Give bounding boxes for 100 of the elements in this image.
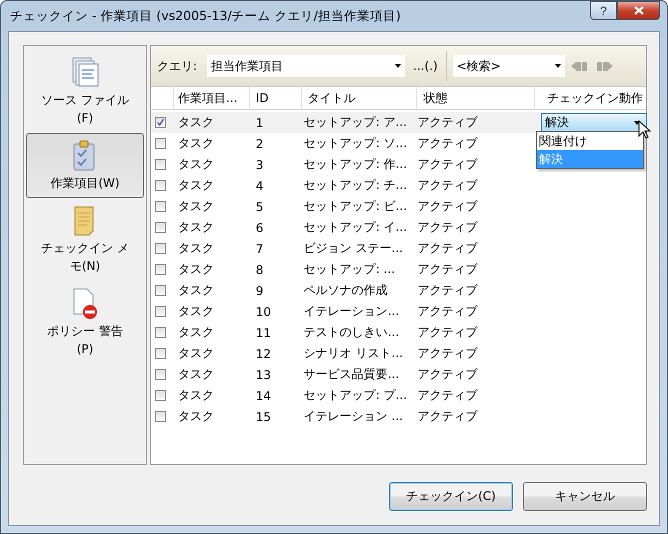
- find-previous-icon[interactable]: [570, 59, 589, 73]
- search-dropdown[interactable]: <検索>: [452, 55, 565, 77]
- table-cell-text: アクティブ: [417, 219, 478, 236]
- table-cell-text: 2: [254, 136, 264, 150]
- table-cell-text: 14: [254, 388, 272, 402]
- sidebar-item[interactable]: チェックイン メモ(N): [26, 198, 144, 281]
- sidebar-item[interactable]: 作業項目(W): [26, 133, 144, 198]
- document-warning-icon: [71, 288, 99, 320]
- table-cell-text: タスク: [176, 156, 215, 173]
- table-cell-text: 4: [254, 178, 264, 192]
- checkbox[interactable]: [155, 390, 166, 401]
- table-cell-text: セットアップ: ソ...: [302, 135, 408, 152]
- documents-icon: [70, 57, 100, 89]
- table-cell-text: タスク: [176, 282, 215, 299]
- column-header[interactable]: 状態: [417, 87, 536, 109]
- close-button[interactable]: [617, 1, 660, 20]
- checkbox[interactable]: [155, 138, 166, 149]
- table-cell-text: 3: [254, 158, 264, 172]
- table-cell-text: セットアップ: ア...: [302, 114, 408, 131]
- table-cell-text: タスク: [176, 219, 215, 236]
- help-button[interactable]: ?: [590, 1, 617, 20]
- table-cell-text: タスク: [176, 366, 215, 383]
- checkbox[interactable]: [155, 264, 166, 275]
- table-cell-text: サービス品質要...: [302, 366, 400, 383]
- table-cell-text: アクティブ: [417, 408, 478, 425]
- table-cell-text: ビジョン ステー...: [302, 240, 404, 257]
- window-title: チェックイン - 作業項目 (vs2005-13/チーム クエリ/担当作業項目): [9, 8, 401, 24]
- checkbox[interactable]: [155, 201, 166, 212]
- table-cell-text: タスク: [176, 408, 215, 425]
- table-cell-text: 9: [254, 284, 264, 298]
- checkbox[interactable]: [155, 222, 166, 233]
- table-cell-text: 7: [254, 242, 264, 256]
- table-cell-text: タスク: [176, 345, 215, 362]
- table-cell-text: セットアップ: 作...: [302, 156, 408, 173]
- table-cell-text: タスク: [176, 135, 215, 152]
- checkbox[interactable]: [155, 348, 166, 359]
- table-cell-text: タスク: [176, 303, 215, 320]
- table-cell-text: アクティブ: [417, 135, 478, 152]
- table-cell-text: セットアップ: ビ...: [302, 198, 408, 215]
- table-cell-text: タスク: [176, 177, 215, 194]
- column-header[interactable]: タイトル: [302, 87, 418, 109]
- table-cell-text: アクティブ: [417, 114, 478, 131]
- table-cell-text: 15: [254, 410, 272, 424]
- check-in-button[interactable]: チェックイン(C): [389, 482, 513, 511]
- table-cell-text: アクティブ: [417, 282, 478, 299]
- table-cell-text: アクティブ: [417, 177, 478, 194]
- table-cell-text: アクティブ: [417, 156, 478, 173]
- table-cell-text: 6: [254, 220, 264, 234]
- table-cell-text: アクティブ: [417, 324, 478, 341]
- table-cell-text: タスク: [176, 198, 215, 215]
- checkbox[interactable]: [155, 369, 166, 380]
- table-cell-text: タスク: [176, 261, 215, 278]
- query-label: クエリ:: [157, 58, 198, 74]
- table-cell-text: アクティブ: [417, 366, 478, 383]
- table-cell-text: テストのしきい...: [302, 324, 400, 341]
- action-dropdown[interactable]: 解決: [541, 112, 648, 132]
- column-header[interactable]: ID: [250, 87, 302, 109]
- checkbox[interactable]: [155, 306, 166, 317]
- table-cell-text: 8: [254, 262, 264, 276]
- table-cell-text: アクティブ: [417, 387, 478, 404]
- column-header[interactable]: 作業項目...: [174, 87, 250, 109]
- table-cell-text: 1: [254, 116, 264, 130]
- table-cell-text: 12: [254, 346, 272, 360]
- table-cell-text: シナリオ リスト...: [302, 345, 404, 362]
- table-cell-text: イテレーション ...: [302, 408, 404, 425]
- table-cell-text: イテレーション...: [302, 303, 400, 320]
- table-cell-text: 11: [254, 326, 272, 340]
- table-cell-text: アクティブ: [417, 303, 478, 320]
- checkbox[interactable]: [155, 285, 166, 296]
- checkbox[interactable]: [155, 243, 166, 254]
- find-next-icon[interactable]: [594, 59, 613, 73]
- table-cell-text: セットアップ: チ...: [302, 177, 408, 194]
- checkbox[interactable]: [155, 327, 166, 338]
- sidebar-item[interactable]: ポリシー 警告(P): [26, 281, 144, 364]
- table-cell-text: タスク: [176, 324, 215, 341]
- sidebar-item[interactable]: ソース ファイル(F): [26, 50, 144, 133]
- dropdown-option[interactable]: 関連付け: [537, 132, 643, 150]
- checkbox[interactable]: [155, 411, 166, 422]
- table-cell-text: 5: [254, 200, 264, 214]
- table-cell-text: セットアップ: プ...: [302, 387, 408, 404]
- checkbox[interactable]: [155, 159, 166, 170]
- table-cell-text: タスク: [176, 240, 215, 257]
- query-dropdown[interactable]: 担当作業項目: [207, 55, 406, 77]
- table-cell-text: アクティブ: [417, 240, 478, 257]
- close-icon: [634, 6, 644, 15]
- table-cell-text: アクティブ: [417, 261, 478, 278]
- cancel-button[interactable]: キャンセル: [523, 482, 647, 511]
- browse-button[interactable]: ...(.): [411, 59, 440, 73]
- table-cell-text: タスク: [176, 114, 215, 131]
- checkbox[interactable]: [155, 180, 166, 191]
- table-cell-text: 13: [254, 368, 272, 382]
- column-header[interactable]: チェックイン動作: [535, 87, 646, 109]
- table-cell-text: アクティブ: [417, 345, 478, 362]
- checkbox[interactable]: [155, 117, 166, 128]
- table-cell-text: セットアップ: ...: [302, 261, 396, 278]
- table-cell-text: タスク: [176, 387, 215, 404]
- table-cell-text: ペルソナの作成: [302, 282, 389, 299]
- table-cell-text: セットアップ: イ...: [302, 219, 408, 236]
- table-cell-text: アクティブ: [417, 198, 478, 215]
- table-cell-text: 10: [254, 304, 272, 318]
